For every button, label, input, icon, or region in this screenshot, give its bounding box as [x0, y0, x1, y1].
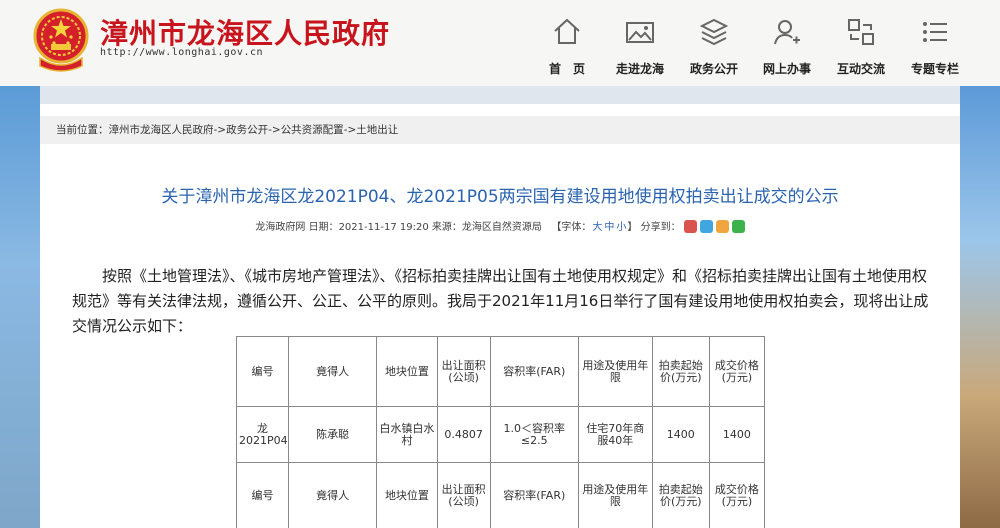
nav-label: 走进龙海: [615, 62, 664, 76]
breadcrumb: 当前位置：漳州市龙海区人民政府->政务公开->公共资源配置->土地出让: [40, 116, 960, 144]
table-header-cell: 用途及使用年限: [577, 336, 653, 407]
table-header-cell: 成交价格(万元): [708, 462, 766, 528]
font-size-medium[interactable]: 中: [604, 222, 614, 233]
breadcrumb-separator: ->: [268, 124, 281, 136]
site-header: 漳州市龙海区人民政府 http://www.longhai.gov.cn 首 页…: [0, 0, 1000, 86]
exchange-arrows-icon: [848, 19, 874, 45]
table-cell: 0.4807: [436, 406, 491, 463]
tencent-share-icon[interactable]: [699, 220, 713, 233]
table-header-row: 编号 竟得人 地块位置 出让面积(公顷) 容积率(FAR) 用途及使用年限 拍卖…: [236, 336, 766, 407]
breadcrumb-item-land-transfer[interactable]: 土地出让: [356, 124, 398, 136]
breadcrumb-prefix: 当前位置：: [56, 124, 109, 136]
user-service-icon: [774, 20, 800, 45]
table-cell: 住宅70年商服40年: [577, 406, 653, 463]
national-emblem-icon[interactable]: [32, 6, 90, 72]
table-cell: 1400: [651, 406, 710, 463]
nav-special-topics[interactable]: 专题专栏: [900, 10, 970, 80]
nav-label: 互动交流: [836, 62, 885, 76]
nav-online-services[interactable]: 网上办事: [752, 10, 822, 80]
table-cell: 1.0＜容积率≤2.5: [489, 406, 579, 463]
share-label: 分享到：: [640, 222, 681, 233]
nav-interaction[interactable]: 互动交流: [826, 10, 896, 80]
site-url: http://www.longhai.gov.cn: [100, 47, 264, 58]
qzone-share-icon[interactable]: [715, 220, 729, 233]
layers-icon: [699, 18, 729, 46]
table-header-cell: 成交价格(万元): [708, 336, 766, 407]
breadcrumb-separator: ->: [343, 124, 357, 136]
table-header-cell: 地块位置: [376, 336, 438, 407]
meta-origin-label: 来源：: [431, 222, 462, 233]
table-cell: 龙2021P04: [236, 406, 289, 463]
meta-source-site: 龙海政府网: [255, 222, 306, 233]
table-row: 龙2021P04 陈承聪 白水镇白水村 0.4807 1.0＜容积率≤2.5 住…: [236, 406, 766, 463]
table-header-cell: 地块位置: [376, 462, 438, 528]
nav-government-affairs[interactable]: 政务公开: [679, 10, 749, 80]
font-size-label: 【字体：: [551, 222, 592, 233]
table-header-row: 编号 竟得人 地块位置 出让面积(公顷) 容积率(FAR) 用途及使用年限 拍卖…: [236, 462, 766, 528]
table-header-cell: 出让面积(公顷): [436, 462, 491, 528]
breadcrumb-item-home[interactable]: 漳州市龙海区人民政府: [109, 124, 214, 136]
meta-date-label: 日期：: [308, 222, 339, 233]
breadcrumb-item-public-resources[interactable]: 公共资源配置: [281, 124, 344, 136]
breadcrumb-item-gov-affairs[interactable]: 政务公开: [226, 124, 268, 136]
meta-date: 2021-11-17 19:20: [338, 222, 429, 233]
font-size-small[interactable]: 小: [616, 222, 626, 233]
nav-label: 网上办事: [762, 62, 811, 76]
nav-label: 首 页: [548, 62, 585, 76]
list-icon: [923, 22, 947, 42]
image-gallery-icon: [626, 22, 654, 43]
table-header-cell: 竟得人: [287, 462, 378, 528]
content-panel: 当前位置：漳州市龙海区人民政府->政务公开->公共资源配置->土地出让 关于漳州…: [40, 104, 960, 528]
table-header-cell: 拍卖起始价(万元): [651, 462, 710, 528]
table-header-cell: 拍卖起始价(万元): [651, 336, 710, 407]
table-header-cell: 竟得人: [287, 336, 378, 407]
table-cell: 陈承聪: [287, 406, 378, 463]
weibo-share-icon[interactable]: [683, 220, 697, 233]
font-size-bracket: 】: [627, 222, 638, 233]
nav-home[interactable]: 首 页: [532, 10, 602, 80]
meta-origin: 龙海区自然资源局: [461, 222, 542, 233]
article-title: 关于漳州市龙海区龙2021P04、龙2021P05两宗国有建设用地使用权拍卖出让…: [161, 187, 839, 207]
site-title: 漳州市龙海区人民政府: [100, 17, 391, 50]
table-header-cell: 容积率(FAR): [489, 336, 579, 407]
table-header-cell: 编号: [236, 462, 289, 528]
nav-about-longhai[interactable]: 走进龙海: [605, 10, 675, 80]
table-cell: 白水镇白水村: [376, 406, 438, 463]
nav-label: 专题专栏: [910, 62, 959, 76]
wechat-share-icon[interactable]: [731, 220, 745, 233]
deal-table: 编号 竟得人 地块位置 出让面积(公顷) 容积率(FAR) 用途及使用年限 拍卖…: [236, 336, 766, 528]
home-icon: [554, 18, 580, 44]
table-cell: 1400: [708, 406, 766, 463]
font-size-large[interactable]: 大: [592, 222, 602, 233]
table-header-cell: 出让面积(公顷): [436, 336, 491, 407]
background-scenery-left: [0, 86, 40, 528]
article-meta: 龙海政府网 日期：2021-11-17 19:20 来源：龙海区自然资源局 【字…: [40, 218, 960, 233]
background-scenery-right: [960, 86, 1000, 528]
table-header-cell: 用途及使用年限: [577, 462, 653, 528]
nav-label: 政务公开: [689, 62, 738, 76]
table-header-cell: 编号: [236, 336, 289, 407]
breadcrumb-separator: ->: [213, 124, 227, 136]
table-header-cell: 容积率(FAR): [489, 462, 579, 528]
article-body: 按照《土地管理法》、《城市房地产管理法》、《招标拍卖挂牌出让国有土地使用权规定》…: [72, 267, 929, 335]
